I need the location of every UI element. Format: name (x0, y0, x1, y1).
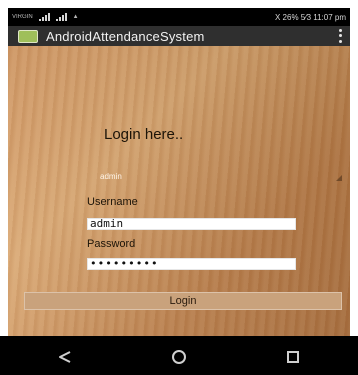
phone-screen: VIRGIN ▲ X 26% 5⁄3 11:07 pm AndroidAtten… (0, 0, 358, 375)
overflow-menu-icon[interactable] (336, 28, 344, 44)
password-label: Password (87, 238, 136, 250)
android-app-icon (18, 29, 38, 43)
spinner-arrow-icon (336, 175, 342, 181)
app-title: AndroidAttendanceSystem (46, 28, 205, 44)
status-right: X 26% 5⁄3 11:07 pm (275, 13, 346, 22)
username-label: Username (87, 196, 138, 208)
app-bar: AndroidAttendanceSystem (8, 26, 350, 46)
signal-strength-icon-2 (55, 13, 67, 21)
navigation-bar (8, 338, 350, 375)
back-icon[interactable] (54, 346, 76, 368)
carrier-text: VIRGIN (12, 14, 33, 20)
status-right-text: X 26% 5⁄3 11:07 pm (274, 12, 346, 22)
role-spinner[interactable]: admin (90, 172, 350, 186)
status-bar: VIRGIN ▲ X 26% 5⁄3 11:07 pm (8, 8, 350, 26)
login-heading: Login here.. (104, 126, 184, 143)
username-input[interactable]: admin (87, 218, 296, 230)
signal-strength-icon (38, 13, 50, 21)
notification-icon: ▲ (72, 14, 79, 20)
home-icon[interactable] (168, 346, 190, 368)
password-input[interactable]: ••••••••• (87, 258, 296, 270)
status-left: VIRGIN ▲ (12, 13, 79, 21)
login-button[interactable]: Login (24, 292, 342, 310)
role-spinner-value: admin (100, 172, 122, 181)
recent-apps-icon[interactable] (282, 346, 304, 368)
